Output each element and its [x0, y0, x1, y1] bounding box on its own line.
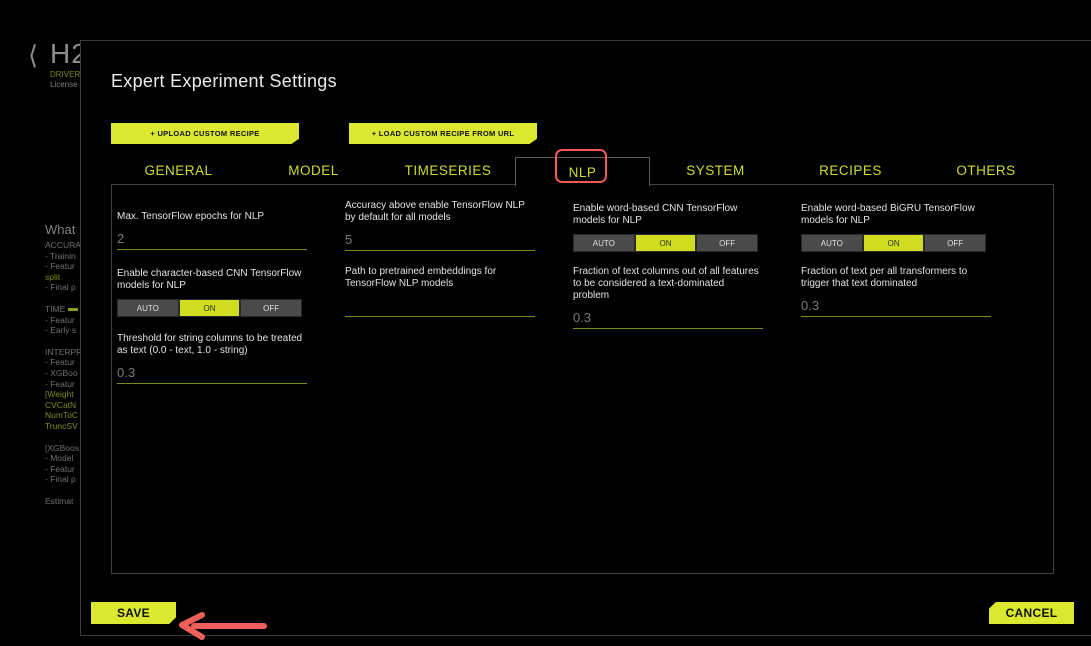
expert-settings-modal: Expert Experiment Settings + UPLOAD CUST…	[80, 40, 1091, 636]
back-chevron-icon[interactable]: ⟨	[28, 40, 38, 71]
word-bigru-on-option[interactable]: ON	[862, 234, 925, 252]
summary-line	[45, 432, 81, 443]
word-cnn-toggle: AUTO ON OFF	[573, 234, 759, 252]
pretrained-path-field: Path to pretrained embeddings for Tensor…	[345, 266, 535, 317]
summary-line: - Featur	[45, 463, 75, 474]
summary-line: - XGBoo	[45, 367, 78, 378]
pretrained-path-label: Path to pretrained embeddings for Tensor…	[345, 266, 497, 289]
word-cnn-label: Enable word-based CNN TensorFlow models …	[573, 203, 738, 226]
upload-custom-recipe-button[interactable]: + UPLOAD CUSTOM RECIPE	[111, 123, 299, 144]
transformer-fraction-field: Fraction of text per all transformers to…	[801, 266, 991, 317]
summary-line: ACCURA	[45, 240, 81, 250]
max-tf-epochs-input[interactable]: 2	[117, 229, 307, 250]
transformer-fraction-label: Fraction of text per all transformers to…	[801, 266, 968, 289]
summary-line: What	[45, 222, 76, 237]
tab-recipes[interactable]: RECIPES	[783, 157, 918, 184]
cancel-button[interactable]: CANCEL	[989, 602, 1074, 624]
load-recipe-url-button[interactable]: + LOAD CUSTOM RECIPE FROM URL	[349, 123, 537, 144]
tab-model[interactable]: MODEL	[246, 157, 381, 184]
summary-line: - Featur	[45, 357, 75, 368]
time-progress-bar	[67, 308, 78, 312]
word-bigru-label: Enable word-based BiGRU TensorFlow model…	[801, 203, 975, 226]
app-subtitle: DRIVER	[50, 70, 81, 79]
tab-system[interactable]: SYSTEM	[648, 157, 783, 184]
summary-line	[45, 336, 81, 347]
summary-line: TIME	[45, 303, 66, 314]
summary-line: - Model	[45, 453, 74, 464]
nlp-tab-highlight	[555, 149, 607, 183]
summary-line: - Featur	[45, 314, 75, 325]
summary-line: Estimat	[45, 495, 74, 506]
text-fraction-field: Fraction of text columns out of all feat…	[573, 266, 763, 329]
word-bigru-auto-option[interactable]: AUTO	[801, 234, 863, 252]
annotation-arrow-icon	[179, 612, 267, 640]
pretrained-path-input[interactable]	[345, 296, 535, 317]
char-cnn-toggle: AUTO ON OFF	[117, 299, 303, 317]
word-bigru-toggle: AUTO ON OFF	[801, 234, 987, 252]
text-fraction-label: Fraction of text columns out of all feat…	[573, 266, 759, 301]
summary-line: - Early s	[45, 325, 77, 336]
summary-line	[45, 293, 81, 304]
summary-line: - Featur	[45, 378, 75, 389]
summary-line: [Weight	[45, 389, 74, 400]
accuracy-threshold-input[interactable]: 5	[345, 230, 535, 251]
char-cnn-on-option[interactable]: ON	[178, 299, 241, 317]
summary-line: CVCatN	[45, 399, 77, 410]
word-bigru-off-option[interactable]: OFF	[924, 234, 987, 252]
summary-line: NumToC	[45, 410, 79, 421]
word-cnn-field: Enable word-based CNN TensorFlow models …	[573, 203, 763, 252]
summary-line: TruncSV	[45, 420, 78, 431]
save-button[interactable]: SAVE	[91, 602, 176, 624]
summary-line: - Final p	[45, 474, 76, 485]
tab-others[interactable]: OTHERS	[918, 157, 1054, 184]
transformer-fraction-input[interactable]: 0.3	[801, 296, 991, 317]
tab-timeseries[interactable]: TIMESERIES	[381, 157, 515, 184]
word-cnn-on-option[interactable]: ON	[634, 234, 697, 252]
app-license-text: License	[50, 80, 78, 89]
summary-line: split	[45, 271, 61, 282]
string-threshold-input[interactable]: 0.3	[117, 363, 307, 384]
summary-line	[45, 485, 81, 496]
word-bigru-field: Enable word-based BiGRU TensorFlow model…	[801, 203, 991, 252]
char-cnn-label: Enable character-based CNN TensorFlow mo…	[117, 268, 302, 291]
nlp-settings-panel: Max. TensorFlow epochs for NLP 2 Enable …	[111, 184, 1054, 574]
text-fraction-input[interactable]: 0.3	[573, 308, 763, 329]
accuracy-threshold-field: Accuracy above enable TensorFlow NLP by …	[345, 200, 535, 251]
word-cnn-auto-option[interactable]: AUTO	[573, 234, 635, 252]
summary-line: - Featur	[45, 261, 75, 272]
max-tf-epochs-label: Max. TensorFlow epochs for NLP	[117, 211, 265, 222]
char-cnn-off-option[interactable]: OFF	[240, 299, 303, 317]
experiment-summary: What ACCURA - Trainin - Featur split - Final …	[45, 222, 81, 506]
max-tf-epochs-field: Max. TensorFlow epochs for NLP 2	[117, 211, 307, 250]
string-threshold-field: Threshold for string columns to be treat…	[117, 333, 307, 384]
word-cnn-off-option[interactable]: OFF	[696, 234, 759, 252]
tab-general[interactable]: GENERAL	[111, 157, 246, 184]
summary-line: [XGBoos	[45, 442, 80, 453]
char-cnn-field: Enable character-based CNN TensorFlow mo…	[117, 268, 307, 317]
accuracy-threshold-label: Accuracy above enable TensorFlow NLP by …	[345, 200, 525, 223]
summary-line: - Trainin	[45, 250, 76, 261]
summary-line: INTERPR	[45, 346, 81, 357]
char-cnn-auto-option[interactable]: AUTO	[117, 299, 179, 317]
string-threshold-label: Threshold for string columns to be treat…	[117, 333, 303, 356]
summary-line: - Final p	[45, 282, 76, 293]
modal-title: Expert Experiment Settings	[111, 71, 337, 91]
